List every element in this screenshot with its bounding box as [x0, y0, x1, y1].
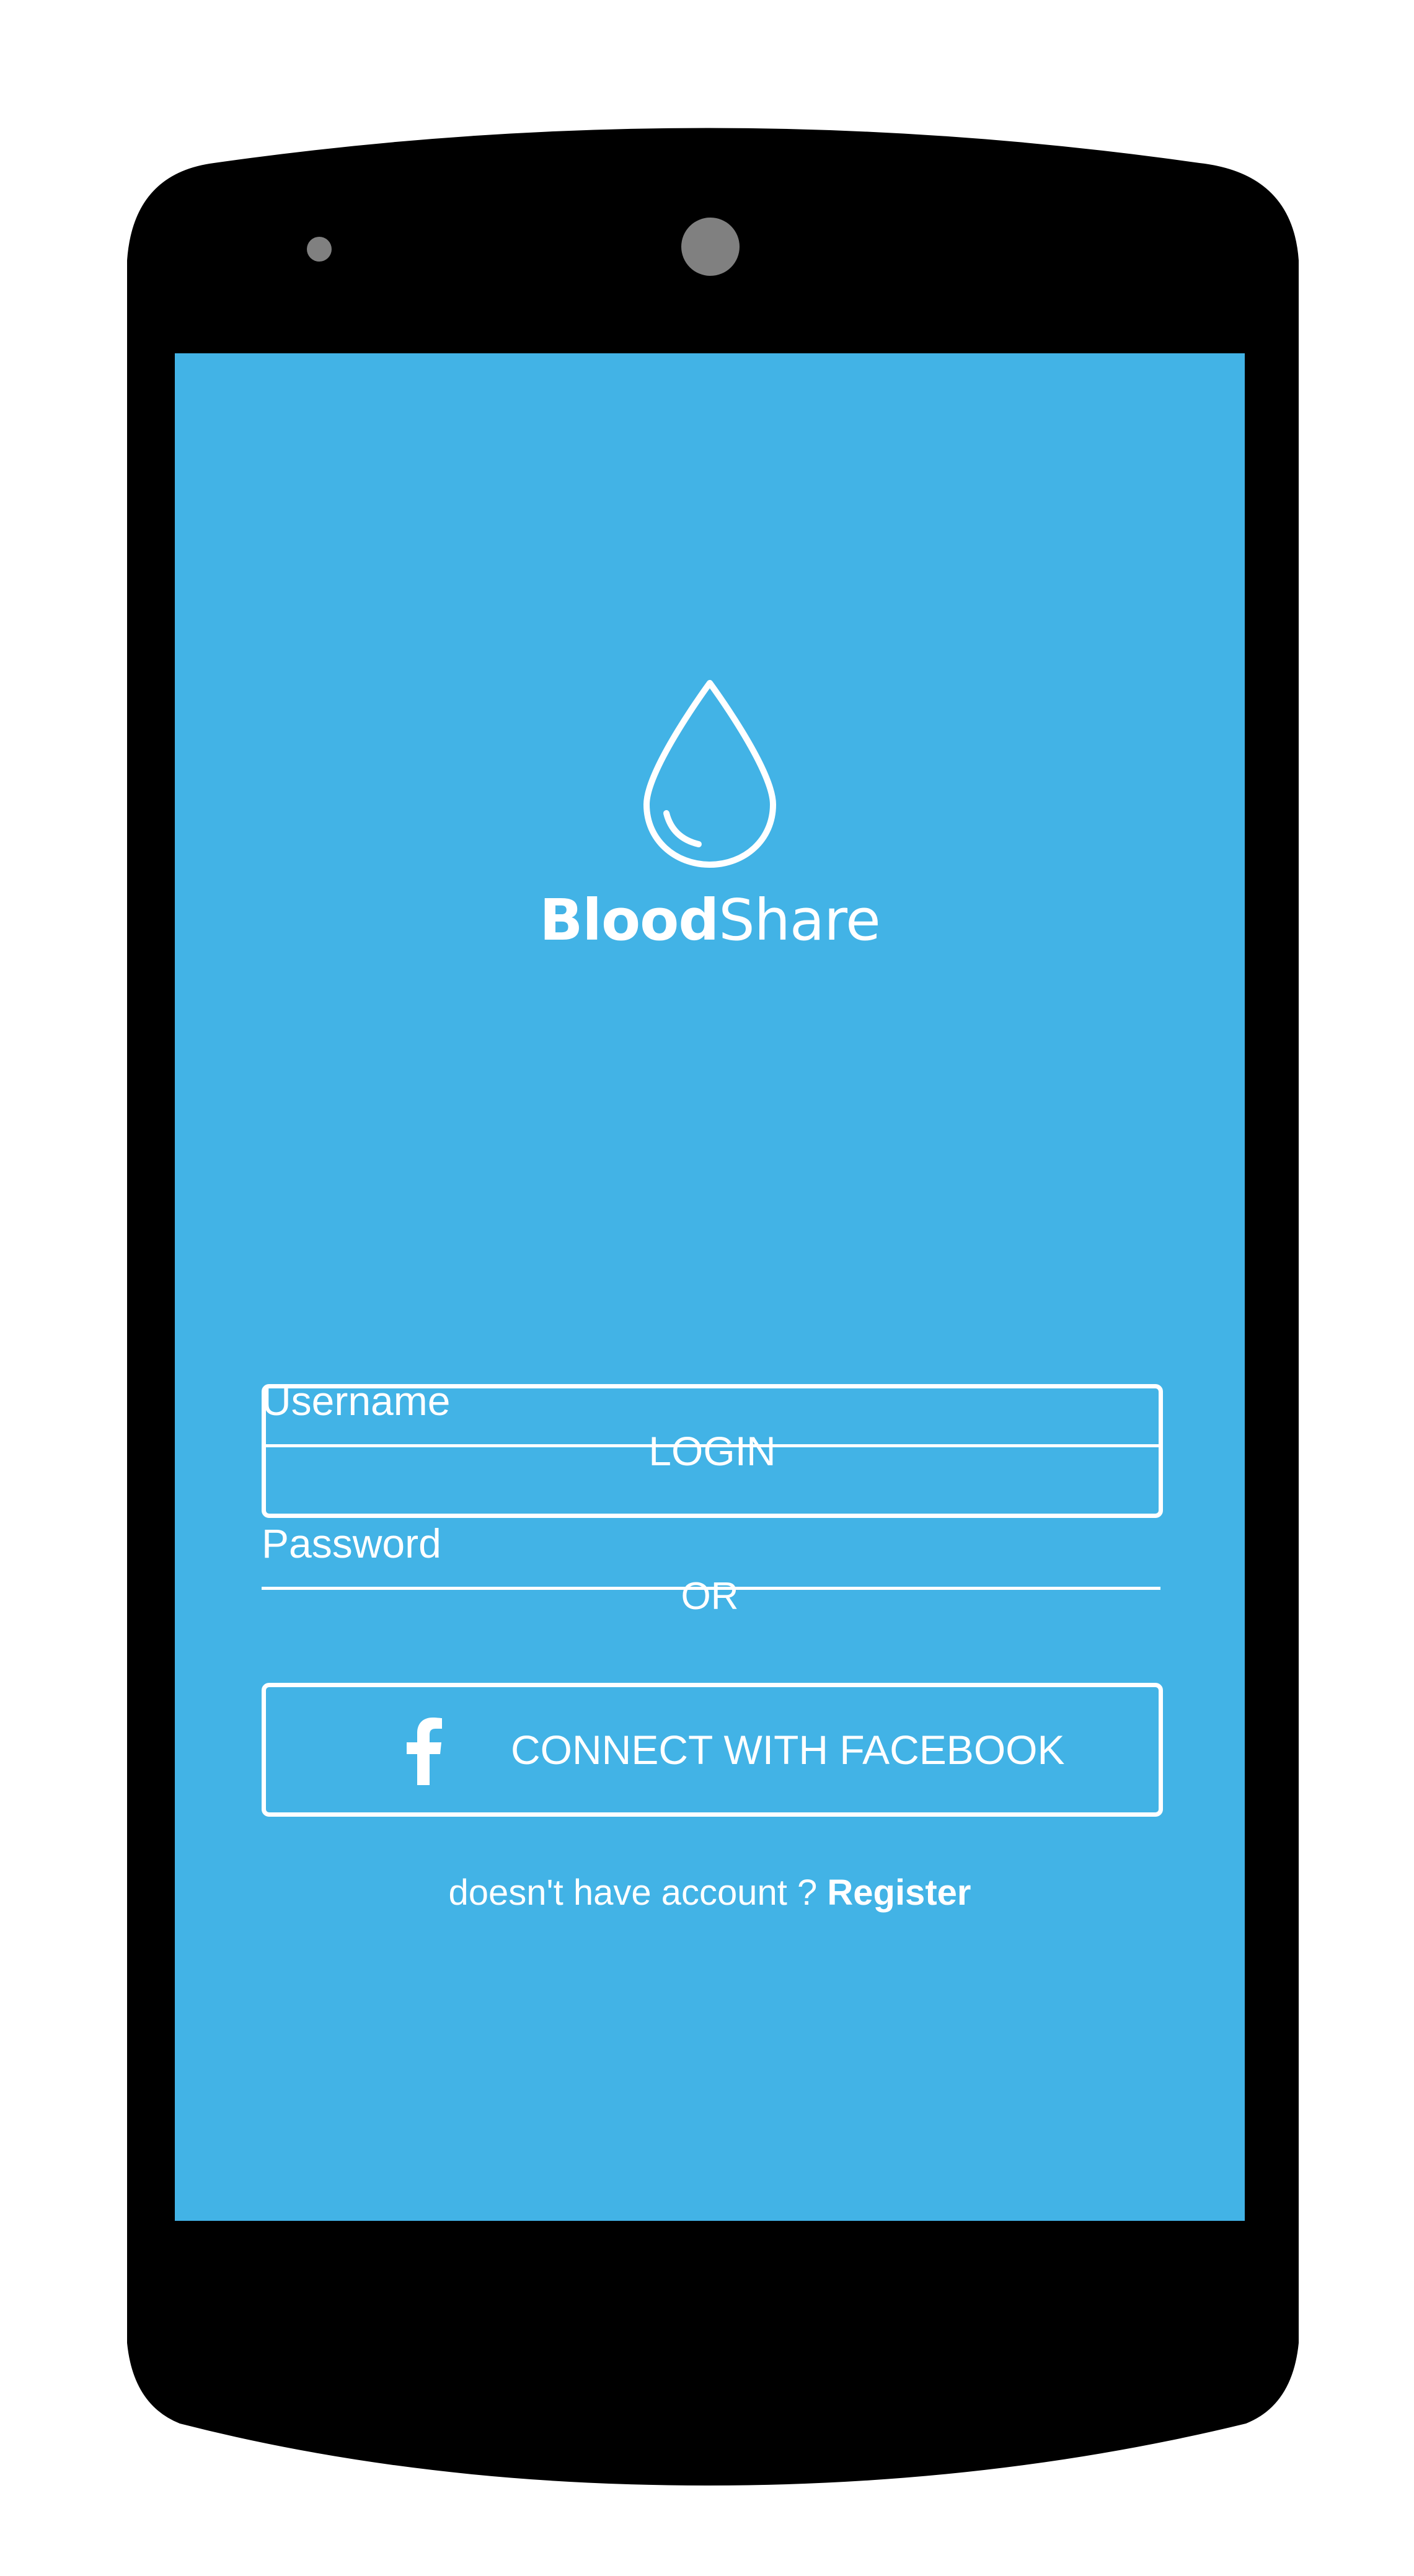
- login-button[interactable]: LOGIN: [262, 1384, 1163, 1518]
- login-button-label: LOGIN: [648, 1428, 776, 1474]
- app-title-light: Share: [718, 887, 880, 953]
- register-prompt: doesn't have account ? Register: [175, 1872, 1245, 1913]
- app-screen: BloodShare LOGIN OR CONNECT WITH FACEBOO…: [175, 353, 1245, 2221]
- sensor-icon: [307, 237, 332, 262]
- password-input[interactable]: [262, 1520, 1160, 1567]
- facebook-button-label: CONNECT WITH FACEBOOK: [511, 1727, 1065, 1773]
- register-prompt-text: doesn't have account ?: [448, 1872, 828, 1913]
- app-title: BloodShare: [175, 883, 1245, 958]
- blood-drop-icon: [643, 680, 776, 868]
- or-divider: OR: [681, 1575, 739, 1618]
- facebook-connect-button[interactable]: CONNECT WITH FACEBOOK: [262, 1683, 1163, 1817]
- app-title-bold: Blood: [539, 887, 719, 953]
- facebook-icon: [407, 1718, 442, 1785]
- page: BloodShare LOGIN OR CONNECT WITH FACEBOO…: [0, 0, 1414, 2576]
- camera-icon: [681, 218, 740, 276]
- register-link[interactable]: Register: [827, 1872, 971, 1913]
